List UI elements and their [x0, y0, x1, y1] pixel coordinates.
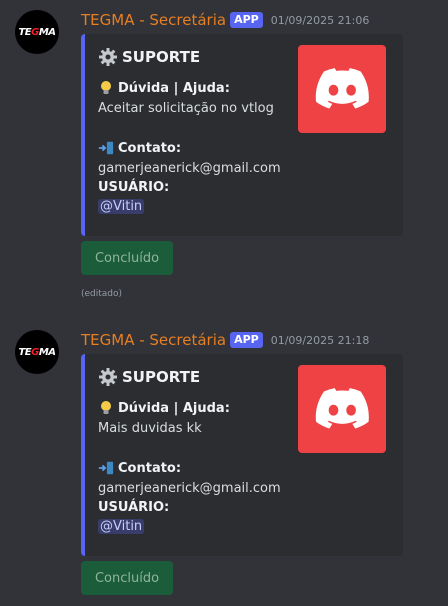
- embed-title: SUPORTE: [98, 47, 200, 67]
- embed-thumbnail[interactable]: [298, 45, 386, 133]
- lightbulb-icon: [98, 400, 114, 416]
- lightbulb-icon: [98, 80, 114, 96]
- user-mention[interactable]: @Vitin: [98, 519, 145, 534]
- contact-label: Contato:: [118, 140, 182, 156]
- edited-label: (editado): [81, 289, 123, 299]
- timestamp: 01/09/2025 21:18: [270, 333, 370, 347]
- embed-title-text: SUPORTE: [122, 368, 201, 386]
- contact-field-value: gamerjeanerick@gmail.com: [98, 481, 281, 496]
- doubt-field-name: Dúvida | Ajuda:: [98, 400, 230, 416]
- doubt-field-value: Mais duvidas kk: [98, 421, 202, 436]
- app-badge: APP: [230, 332, 263, 348]
- doubt-label: Dúvida | Ajuda:: [118, 80, 230, 96]
- contact-label: Contato:: [118, 460, 182, 476]
- concluido-button[interactable]: Concluído: [81, 561, 173, 595]
- contact-field-name: Contato:: [98, 460, 181, 476]
- user-field-name: USUÁRIO:: [98, 180, 170, 195]
- avatar[interactable]: TEGMA: [15, 330, 59, 374]
- embed-title: SUPORTE: [98, 367, 200, 387]
- user-field-value: @Vitin: [98, 519, 145, 534]
- timestamp: 01/09/2025 21:06: [270, 13, 370, 27]
- door-arrow-icon: [98, 140, 114, 156]
- embed: SUPORTE Dúvida | Ajuda: Aceitar solicita…: [81, 34, 403, 236]
- avatar[interactable]: TEGMA: [15, 10, 59, 54]
- doubt-field-name: Dúvida | Ajuda:: [98, 80, 230, 96]
- tegma-logo: TEGMA: [18, 346, 56, 358]
- concluido-button[interactable]: Concluído: [81, 241, 173, 275]
- doubt-field-value: Aceitar solicitação no vtlog: [98, 101, 274, 116]
- discord-logo-icon: [315, 68, 369, 109]
- gear-icon: [98, 367, 118, 387]
- tegma-logo: TEGMA: [18, 26, 56, 38]
- user-mention[interactable]: @Vitin: [98, 199, 145, 214]
- contact-field-value: gamerjeanerick@gmail.com: [98, 161, 281, 176]
- embed: SUPORTE Dúvida | Ajuda: Mais duvidas kk …: [81, 354, 403, 556]
- embed-title-text: SUPORTE: [122, 48, 201, 66]
- user-field-name: USUÁRIO:: [98, 500, 170, 515]
- gear-icon: [98, 47, 118, 67]
- author-name[interactable]: TEGMA - Secretária: [81, 11, 226, 29]
- message-header: TEGMA - Secretária APP 01/09/2025 21:06: [81, 10, 369, 30]
- app-badge: APP: [230, 12, 263, 28]
- door-arrow-icon: [98, 460, 114, 476]
- user-field-value: @Vitin: [98, 199, 145, 214]
- message-header: TEGMA - Secretária APP 01/09/2025 21:18: [81, 330, 369, 350]
- discord-logo-icon: [315, 388, 369, 429]
- embed-thumbnail[interactable]: [298, 365, 386, 453]
- author-name[interactable]: TEGMA - Secretária: [81, 331, 226, 349]
- contact-field-name: Contato:: [98, 140, 181, 156]
- doubt-label: Dúvida | Ajuda:: [118, 400, 230, 416]
